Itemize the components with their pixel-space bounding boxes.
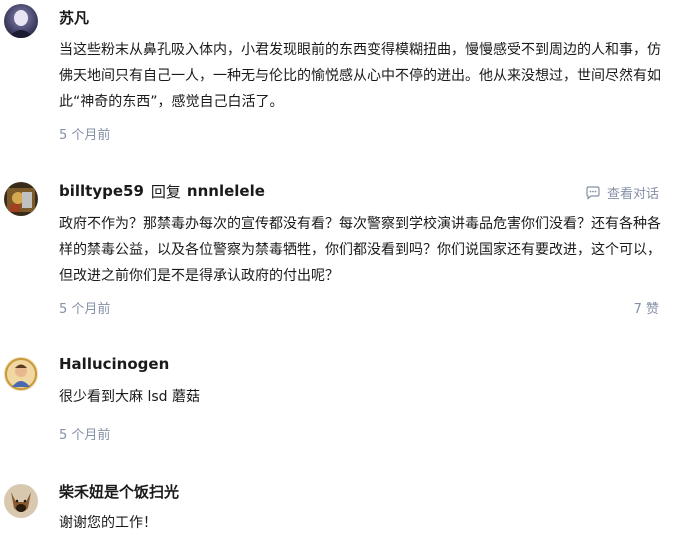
comment-header: 苏凡 xyxy=(59,6,89,28)
comment-header: billtype59 回复 nnnlelele xyxy=(59,180,265,202)
view-conversation-label: 查看对话 xyxy=(606,187,659,202)
comment-content: 很少看到大麻 lsd 蘑菇 xyxy=(59,389,200,405)
author-name[interactable]: Hallucinogen xyxy=(59,355,169,373)
comment-header: Hallucinogen xyxy=(59,353,169,375)
author-name[interactable]: billtype59 xyxy=(59,182,144,200)
comment-time: 5 个月前 xyxy=(59,302,111,317)
avatar-image xyxy=(4,357,38,391)
author-name[interactable]: 苏凡 xyxy=(59,7,89,28)
avatar[interactable] xyxy=(4,357,38,391)
comment-content: 政府不作为？那禁毒办每次的宣传都没有看？每次警察到学校演讲毒品危害你们没看？还有… xyxy=(59,216,661,284)
comment-content: 当这些粉末从鼻孔吸入体内，小君发现眼前的东西变得模糊扭曲，慢慢感受不到周边的人和… xyxy=(59,42,661,110)
avatar-image xyxy=(4,4,38,38)
author-name[interactable]: 柴禾妞是个饭扫光 xyxy=(59,481,179,502)
reply-target-name[interactable]: nnnlelele xyxy=(187,182,265,200)
avatar-image xyxy=(4,182,38,216)
avatar-image xyxy=(4,484,38,518)
comment-time: 5 个月前 xyxy=(59,428,111,443)
view-conversation-link[interactable]: 查看对话 xyxy=(585,183,659,202)
comment-content: 谢谢您的工作！ xyxy=(59,515,157,531)
comment-header: 柴禾妞是个饭扫光 xyxy=(59,480,179,502)
chat-bubble-icon xyxy=(586,185,600,200)
reply-label: 回复 xyxy=(150,182,181,201)
comment-time: 5 个月前 xyxy=(59,128,111,143)
like-count[interactable]: 7 赞 xyxy=(634,298,659,317)
avatar[interactable] xyxy=(4,182,38,216)
avatar[interactable] xyxy=(4,484,38,518)
avatar[interactable] xyxy=(4,4,38,38)
